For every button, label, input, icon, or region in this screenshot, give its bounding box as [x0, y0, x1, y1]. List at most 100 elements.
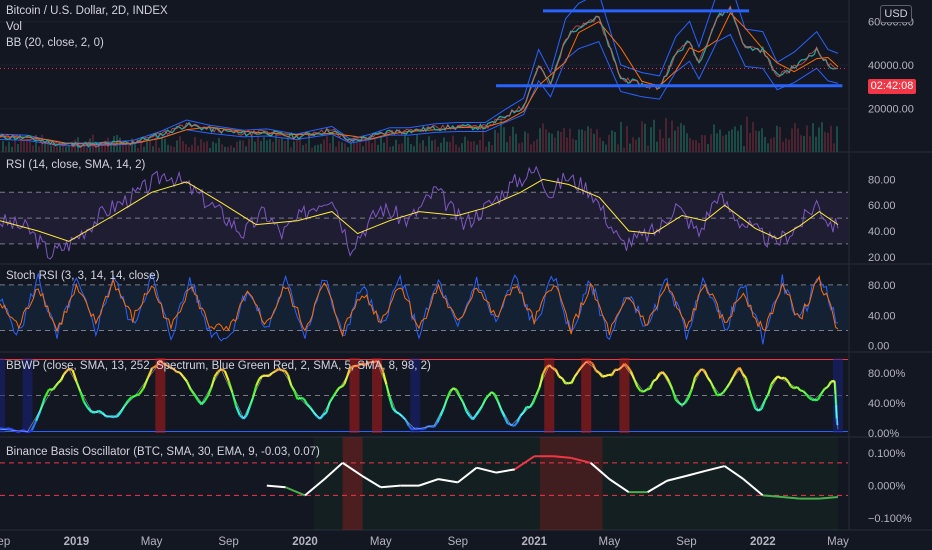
volume-bar	[506, 142, 508, 152]
price-countdown-tag: 02:42:08	[868, 79, 916, 94]
volume-bar	[680, 123, 682, 152]
basis-oscillator-label[interactable]: Binance Basis Oscillator (BTC, SMA, 30, …	[6, 446, 320, 458]
volume-bar	[356, 142, 358, 152]
volume-bar	[446, 141, 448, 152]
volume-bar	[209, 147, 211, 152]
volume-bar	[191, 144, 193, 152]
volume-bar	[785, 138, 787, 152]
volume-bar	[770, 138, 772, 152]
volume-bar	[17, 144, 19, 152]
bbwp-label[interactable]: BBWP (close, SMA, 13, 252, Spectrum, Blu…	[6, 360, 431, 372]
basis-hot-zone	[342, 437, 363, 530]
volume-bar	[788, 139, 790, 152]
volume-bar	[539, 128, 541, 152]
volume-bar	[656, 141, 658, 152]
volume-bar	[812, 123, 814, 152]
volume-bar	[296, 138, 298, 152]
x-tick-label: May	[827, 536, 849, 548]
volume-bar	[185, 144, 187, 152]
volume-bar	[392, 146, 394, 152]
volume-bar	[335, 146, 337, 152]
y-tick-label: 80.00	[868, 174, 896, 186]
volume-bar	[158, 147, 160, 152]
volume-bar	[161, 138, 163, 152]
volume-bar	[65, 146, 67, 152]
x-tick-label: Sep	[448, 536, 468, 548]
rsi-label[interactable]: RSI (14, close, SMA, 14, 2)	[6, 159, 145, 171]
volume-bar	[2, 141, 4, 152]
volume-bar	[677, 126, 679, 152]
volume-bar	[815, 136, 817, 152]
volume-bar	[431, 140, 433, 152]
volume-bar	[728, 131, 730, 152]
volume-bar	[671, 120, 673, 152]
volume-bar	[137, 147, 139, 152]
volume-bar	[380, 135, 382, 152]
volume-bar	[722, 135, 724, 152]
volume-bar	[647, 145, 649, 152]
volume-bar	[818, 127, 820, 152]
y-tick-label: 40000.00	[868, 60, 914, 72]
volume-bar	[455, 144, 457, 152]
volume-bar	[290, 147, 292, 152]
volume-bar	[413, 146, 415, 152]
volume-bar	[791, 128, 793, 152]
volume-bar	[779, 127, 781, 152]
volume-bar	[626, 125, 628, 152]
volume-bar	[152, 146, 154, 152]
volume-bar	[509, 135, 511, 152]
volume-bar	[467, 140, 469, 152]
volume-bar	[170, 145, 172, 152]
x-tick-label: May	[141, 536, 163, 548]
currency-button[interactable]: USD	[880, 5, 912, 23]
volume-bar	[533, 141, 535, 152]
volume-bar	[584, 130, 586, 152]
volume-bar	[737, 130, 739, 152]
vol-label[interactable]: Vol	[6, 21, 22, 33]
stoch-rsi-label[interactable]: Stoch RSI (3, 3, 14, 14, close)	[6, 270, 159, 282]
volume-bar	[134, 144, 136, 152]
basis-hot-zone	[539, 437, 603, 530]
volume-bar	[269, 139, 271, 152]
volume-bar	[239, 140, 241, 152]
volume-bar	[554, 137, 556, 152]
bbwp-extreme-highlight	[619, 358, 630, 433]
volume-bar	[197, 145, 199, 152]
volume-bar	[176, 140, 178, 152]
volume-bar	[527, 133, 529, 152]
volume-bar	[581, 129, 583, 152]
volume-bar	[293, 141, 295, 152]
volume-bar	[443, 137, 445, 152]
volume-bar	[689, 137, 691, 152]
volume-bar	[743, 146, 745, 152]
x-tick-label: Sep	[676, 536, 696, 548]
volume-bar	[257, 135, 259, 152]
volume-bar	[797, 128, 799, 152]
y-tick-label: 0.00	[868, 341, 889, 353]
volume-bar	[644, 123, 646, 152]
volume-bar	[386, 136, 388, 152]
volume-bar	[776, 125, 778, 152]
volume-bar	[710, 134, 712, 152]
y-tick-label: 0.100%	[868, 448, 906, 460]
volume-bar	[524, 131, 526, 152]
volume-bar	[434, 139, 436, 152]
volume-bar	[566, 137, 568, 152]
volume-bar	[590, 128, 592, 152]
volume-bar	[128, 144, 130, 152]
volume-bar	[800, 135, 802, 152]
volume-bar	[32, 145, 34, 152]
volume-bar	[806, 125, 808, 152]
volume-bar	[188, 147, 190, 152]
x-tick-label: 2021	[521, 536, 547, 548]
volume-bar	[824, 131, 826, 152]
volume-bar	[314, 145, 316, 152]
volume-bar	[476, 144, 478, 152]
volume-bar	[764, 136, 766, 152]
bb-label[interactable]: BB (20, close, 2, 0)	[6, 37, 104, 49]
volume-bar	[86, 147, 88, 152]
volume-bar	[236, 141, 238, 152]
volume-bar	[179, 136, 181, 152]
x-tick-label: Sep	[218, 536, 238, 548]
volume-bar	[401, 143, 403, 152]
